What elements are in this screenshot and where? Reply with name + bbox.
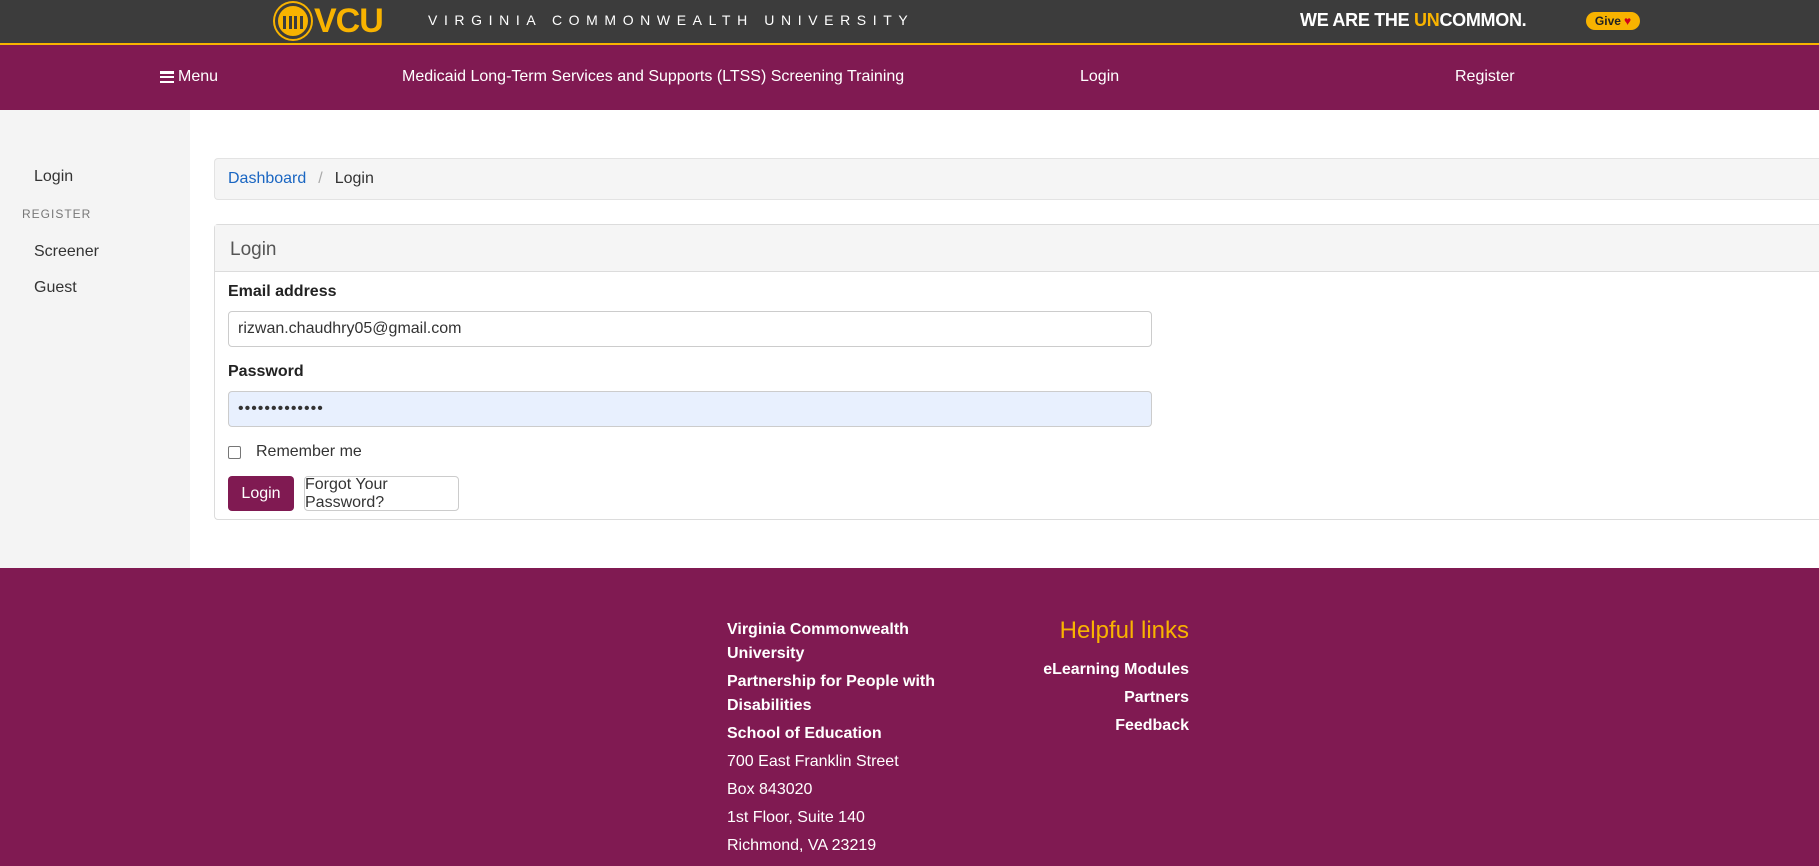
give-label: Give [1594, 14, 1621, 28]
email-label: Email address [228, 283, 337, 300]
footer-org-partnership[interactable]: Partnership for People with Disabilities [727, 670, 957, 718]
footer-address-column: Virginia Commonwealth University Partner… [727, 618, 957, 862]
footer-address-line: 1st Floor, Suite 140 [727, 809, 865, 826]
tagline-prefix: WE ARE THE [1300, 10, 1415, 30]
main-navbar: Menu Medicaid Long-Term Services and Sup… [0, 45, 1819, 110]
remember-me-row: Remember me [228, 443, 362, 461]
footer-address-line: Richmond, VA 23219 [727, 837, 877, 854]
login-panel-title: Login [215, 225, 1819, 272]
breadcrumb: Dashboard / Login [214, 158, 1819, 200]
password-label: Password [228, 363, 304, 380]
footer-link-feedback[interactable]: Feedback [1000, 714, 1189, 738]
helpful-links-title: Helpful links [1059, 617, 1189, 644]
remember-me-label[interactable]: Remember me [256, 443, 362, 461]
footer-link-partners[interactable]: Partners [1000, 686, 1189, 710]
footer-helpful-links: Helpful links eLearning Modules Partners… [1000, 616, 1189, 742]
sidebar-item-screener[interactable]: Screener [34, 243, 99, 261]
give-button[interactable]: Give ♥ [1586, 12, 1640, 30]
breadcrumb-separator: / [318, 170, 323, 187]
sidebar-item-login[interactable]: Login [34, 168, 73, 186]
email-field[interactable]: rizwan.chaudhry05@gmail.com [228, 311, 1152, 347]
footer: Virginia Commonwealth University Partner… [0, 568, 1819, 866]
remember-me-checkbox[interactable] [228, 445, 241, 459]
nav-register-link[interactable]: Register [1455, 68, 1515, 86]
university-brand-bar: VCU VIRGINIA COMMONWEALTH UNIVERSITY WE … [0, 0, 1819, 45]
uncommon-tagline[interactable]: WE ARE THE UNCOMMON. [1300, 10, 1527, 31]
footer-link-elearning[interactable]: eLearning Modules [1000, 658, 1189, 682]
login-panel: Login Email address rizwan.chaudhry05@gm… [214, 224, 1819, 520]
sidebar-register-header: REGISTER [22, 207, 92, 221]
footer-address-line: 700 East Franklin Street [727, 753, 899, 770]
breadcrumb-dashboard-link[interactable]: Dashboard [228, 170, 306, 188]
nav-login-link[interactable]: Login [1080, 68, 1119, 86]
vcu-logo[interactable]: VCU [275, 2, 384, 40]
university-name[interactable]: VIRGINIA COMMONWEALTH UNIVERSITY [428, 12, 914, 28]
tagline-highlight: UN [1414, 10, 1440, 30]
sidebar-item-guest[interactable]: Guest [34, 279, 77, 297]
menu-label: Menu [178, 68, 219, 85]
tagline-suffix: COMMON. [1439, 10, 1527, 30]
footer-org-vcu[interactable]: Virginia Commonwealth University [727, 618, 957, 666]
vcu-seal-icon [275, 3, 311, 39]
footer-address-line: Box 843020 [727, 781, 813, 798]
vcu-logo-text: VCU [314, 2, 384, 40]
footer-org-school[interactable]: School of Education [727, 722, 957, 746]
password-field[interactable]: ••••••••••••• [228, 391, 1152, 427]
site-title-link[interactable]: Medicaid Long-Term Services and Supports… [402, 68, 904, 86]
menu-button[interactable]: Menu [160, 68, 218, 86]
sidebar: Login REGISTER Screener Guest [0, 110, 190, 568]
breadcrumb-current: Login [334, 170, 374, 187]
hamburger-icon [160, 71, 174, 83]
login-button[interactable]: Login [228, 476, 294, 511]
forgot-password-button[interactable]: Forgot Your Password? [304, 476, 459, 511]
heart-icon: ♥ [1623, 14, 1632, 28]
